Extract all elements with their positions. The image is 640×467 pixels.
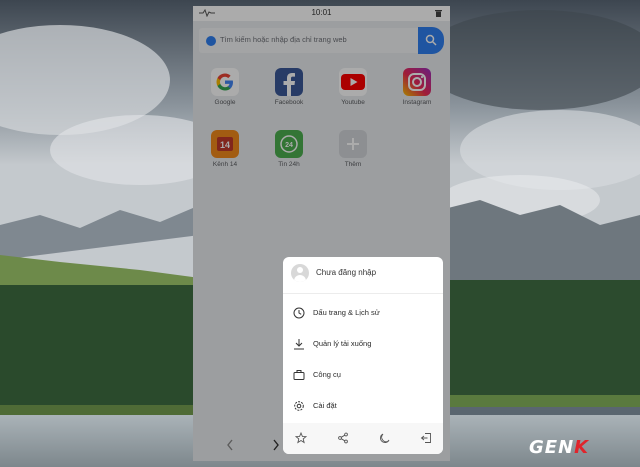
menu-item-bookmarks-history[interactable]: Dấu trang & Lịch sử — [283, 300, 443, 326]
menu-item-label: Cài đặt — [313, 401, 337, 410]
login-status: Chưa đăng nhập — [316, 268, 377, 277]
menu-item-tools[interactable]: Công cụ — [283, 362, 443, 388]
watermark-suffix: K — [574, 437, 590, 458]
genk-watermark: GENK — [529, 437, 589, 458]
avatar — [291, 264, 309, 282]
menu-divider — [283, 293, 443, 294]
menu-item-downloads[interactable]: Quản lý tải xuống — [283, 331, 443, 357]
star-icon[interactable] — [295, 432, 307, 444]
menu-item-settings[interactable]: Cài đặt — [283, 393, 443, 419]
download-icon — [294, 339, 304, 350]
clock-icon — [293, 307, 305, 319]
menu-item-label: Dấu trang & Lịch sử — [313, 308, 380, 317]
menu-toolbar — [283, 423, 443, 454]
login-row[interactable]: Chưa đăng nhập — [283, 257, 443, 289]
main-menu: Chưa đăng nhập Dấu trang & Lịch sử Quản … — [283, 257, 443, 454]
menu-item-label: Công cụ — [313, 370, 341, 379]
exit-icon[interactable] — [420, 432, 432, 444]
share-icon[interactable] — [337, 432, 349, 444]
moon-icon[interactable] — [379, 432, 391, 444]
menu-item-label: Quản lý tải xuống — [313, 339, 372, 348]
watermark-prefix: GEN — [529, 437, 575, 458]
gear-icon — [294, 401, 304, 411]
briefcase-icon — [293, 370, 305, 380]
